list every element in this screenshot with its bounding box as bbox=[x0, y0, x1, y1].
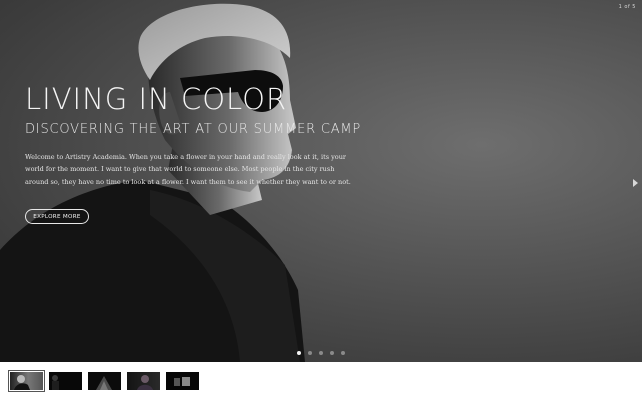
thumbnail-4[interactable] bbox=[127, 372, 160, 390]
slide-subheadline: DISCOVERING THE ART AT OUR SUMMER CAMP bbox=[25, 122, 362, 137]
slide-dot-2[interactable] bbox=[308, 351, 312, 355]
slide-dot-5[interactable] bbox=[341, 351, 345, 355]
next-slide-button[interactable] bbox=[631, 178, 639, 188]
thumbnail-1[interactable] bbox=[8, 370, 45, 392]
chevron-right-icon bbox=[632, 179, 638, 187]
slide-counter: 1 of 5 bbox=[618, 4, 636, 10]
slide-dot-3[interactable] bbox=[319, 351, 323, 355]
slide-dots bbox=[297, 351, 345, 355]
thumbnail-2[interactable] bbox=[49, 372, 82, 390]
slide-caption: LIVING IN COLOR DISCOVERING THE ART AT O… bbox=[25, 82, 362, 188]
slide-dot-4[interactable] bbox=[330, 351, 334, 355]
thumbnail-strip bbox=[8, 370, 199, 392]
slide-description: Welcome to Artistry Academia. When you t… bbox=[25, 153, 351, 186]
explore-more-button[interactable]: EXPLORE MORE bbox=[25, 209, 89, 224]
thumbnail-3[interactable] bbox=[88, 372, 121, 390]
slide-dot-1[interactable] bbox=[297, 351, 301, 355]
thumbnail-5[interactable] bbox=[166, 372, 199, 390]
slide-headline: LIVING IN COLOR bbox=[25, 82, 288, 116]
hero-slider: 1 of 5 LIVING IN COLOR DISCOVERING THE A… bbox=[0, 0, 642, 362]
